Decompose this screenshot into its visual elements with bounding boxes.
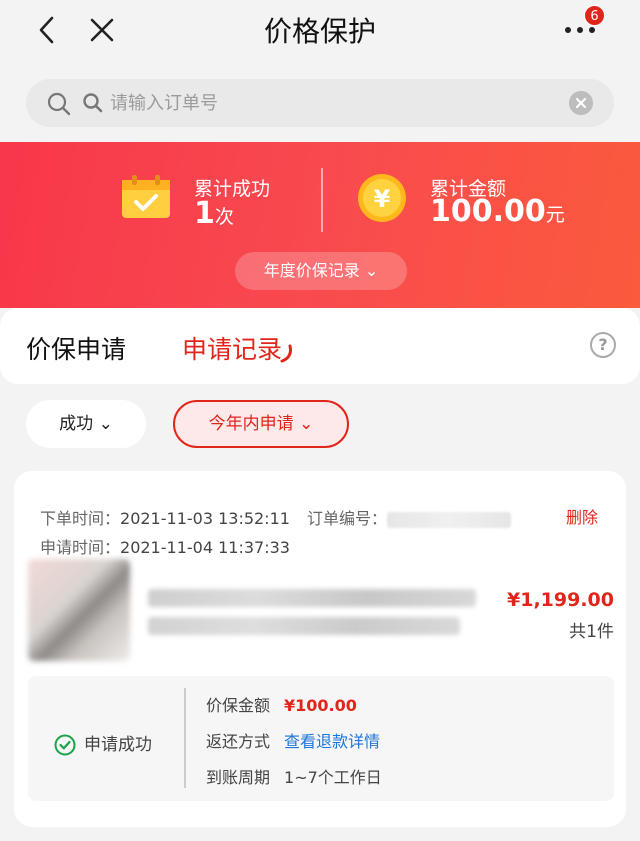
order-meta-row: 下单时间：2021-11-03 13:52:11 订单编号： [40,505,512,529]
apply-status: 申请成功 [54,730,152,756]
refund-details-link[interactable]: 查看退款详情 [284,732,380,751]
tabs-bar: 价保申请 申请记录 ? [0,308,640,384]
total-amount: 100.00元 [430,194,565,229]
search-icon [83,93,103,113]
product-title-redacted[interactable] [148,589,476,607]
chevron-down-icon: ⌄ [364,261,379,280]
apply-status-text: 申请成功 [84,735,152,755]
clear-search-icon[interactable] [569,91,593,115]
protect-amount: ¥100.00 [284,696,357,715]
protect-amount-row: 价保金额 ¥100.00 [206,692,357,716]
product-title-redacted[interactable] [148,617,460,635]
active-tab-indicator-icon [280,344,292,363]
period-filter-label: 今年内申请 [208,414,294,434]
product-thumbnail[interactable] [28,559,130,661]
success-count-value: 1 [194,196,215,231]
currency-symbol: ¥ [374,185,391,213]
apply-time: 2021-11-04 11:37:33 [120,538,290,557]
refund-method-label: 返还方式 [206,732,271,751]
arrival-period-label: 到账周期 [206,768,271,787]
order-time-label: 下单时间： [40,509,121,528]
search-icon [47,92,71,116]
help-icon[interactable]: ? [590,332,616,358]
status-filter-label: 成功 [59,414,94,434]
chevron-down-icon: ⌄ [299,414,314,434]
search-bar [26,79,614,127]
order-time: 2021-11-03 13:52:11 [120,509,290,528]
tab-price-protection-apply[interactable]: 价保申请 [26,330,126,366]
success-count: 1次 [194,196,234,231]
yen-coin-icon: ¥ [358,174,406,222]
arrival-period: 1~7个工作日 [284,768,382,787]
protect-amount-label: 价保金额 [206,696,271,715]
period-filter-button[interactable]: 今年内申请 ⌄ [173,400,349,448]
order-number-redacted [387,511,512,528]
notification-badge: 6 [584,5,605,26]
success-count-unit: 次 [214,206,234,228]
nav-bar: 价格保护 6 [0,0,640,64]
product-price: ¥1,199.00 [507,589,614,611]
refund-method-row: 返还方式 查看退款详情 [206,728,380,752]
protection-detail-panel: 申请成功 价保金额 ¥100.00 返还方式 查看退款详情 到账周期 1~7个工作日 [28,676,614,801]
arrival-period-row: 到账周期 1~7个工作日 [206,764,382,788]
order-number-label: 订单编号： [307,509,388,528]
calendar-check-icon [122,175,170,218]
annual-records-button[interactable]: 年度价保记录 ⌄ [235,252,407,290]
product-quantity: 共1件 [569,622,614,642]
stat-divider [321,168,323,232]
summary-banner: 累计成功 1次 ¥ 累计金额 100.00元 年度价保记录 ⌄ [0,142,640,308]
apply-meta-row: 申请时间：2021-11-04 11:37:33 [40,534,290,558]
record-card: 下单时间：2021-11-03 13:52:11 订单编号： 删除 申请时间：2… [14,471,626,827]
delete-button[interactable]: 删除 [566,504,598,528]
order-number-search-input[interactable] [110,87,550,119]
total-amount-unit: 元 [545,204,565,226]
chevron-down-icon: ⌄ [98,414,113,434]
check-circle-icon [54,734,76,756]
page-title: 价格保护 [263,15,376,48]
tab-apply-records[interactable]: 申请记录 [182,330,282,366]
apply-time-label: 申请时间： [40,538,121,557]
annual-records-label: 年度价保记录 [263,261,360,280]
total-amount-value: 100.00 [430,194,546,229]
status-filter-button[interactable]: 成功 ⌄ [26,400,146,448]
detail-divider [184,688,186,788]
